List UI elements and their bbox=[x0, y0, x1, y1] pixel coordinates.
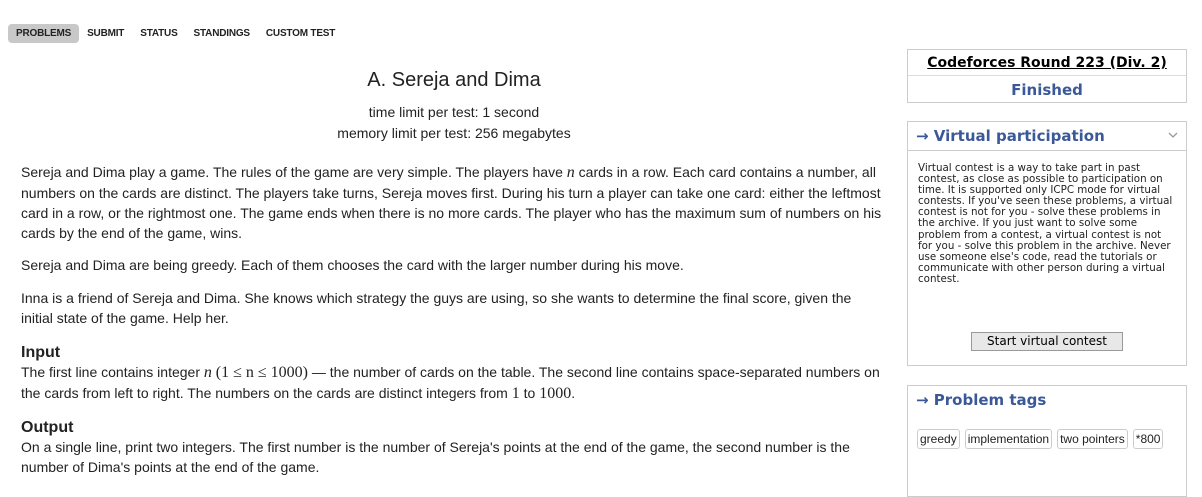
nav-submit[interactable]: SUBMIT bbox=[79, 24, 132, 43]
nav-status[interactable]: STATUS bbox=[132, 24, 185, 43]
time-limit: time limit per test: 1 second bbox=[368, 104, 540, 120]
problem-statement: A. Sereja and Dima time limit per test: … bbox=[21, 64, 887, 477]
chevron-down-icon[interactable] bbox=[1168, 130, 1178, 140]
text-span: The first line contains integer bbox=[21, 364, 204, 380]
memory-limit: memory limit per test: 256 megabytes bbox=[337, 125, 571, 141]
top-nav: PROBLEMS SUBMIT STATUS STANDINGS CUSTOM … bbox=[8, 24, 343, 43]
contest-name-link[interactable]: Codeforces Round 223 (Div. 2) bbox=[908, 50, 1186, 76]
virtual-participation-text: Virtual contest is a way to take part in… bbox=[918, 162, 1173, 285]
output-spec: On a single line, print two integers. Th… bbox=[21, 439, 850, 475]
math-num: 1000 bbox=[539, 385, 572, 402]
tag-implementation[interactable]: implementation bbox=[964, 429, 1053, 449]
legend-paragraph-3: Inna is a friend of Sereja and Dima. She… bbox=[21, 290, 852, 326]
tag-list: greedy implementation two pointers *800 bbox=[908, 414, 1186, 453]
math-var: n bbox=[203, 364, 212, 381]
text-span: Sereja and Dima play a game. The rules o… bbox=[21, 164, 567, 180]
virtual-participation-header[interactable]: → Virtual participation bbox=[908, 122, 1186, 151]
legend-paragraph-2: Sereja and Dima are being greedy. Each o… bbox=[21, 257, 684, 273]
problem-tags-title: → Problem tags bbox=[916, 391, 1047, 409]
input-section-title: Input bbox=[21, 344, 61, 361]
contest-box: Codeforces Round 223 (Div. 2) Finished bbox=[907, 49, 1187, 103]
virtual-participation-box: → Virtual participation Virtual contest … bbox=[907, 121, 1187, 366]
tag-two-pointers[interactable]: two pointers bbox=[1057, 429, 1128, 449]
problem-title: A. Sereja and Dima bbox=[367, 69, 541, 91]
text-span: to bbox=[519, 385, 540, 401]
problem-tags-header: → Problem tags bbox=[908, 386, 1186, 414]
math-constraint: (1 ≤ n ≤ 1000) bbox=[215, 364, 308, 381]
virtual-participation-title: → Virtual participation bbox=[916, 127, 1105, 145]
tag-greedy[interactable]: greedy bbox=[917, 429, 960, 449]
problem-tags-box: → Problem tags greedy implementation two… bbox=[907, 385, 1187, 497]
nav-custom-test[interactable]: CUSTOM TEST bbox=[258, 24, 343, 43]
nav-standings[interactable]: STANDINGS bbox=[186, 24, 258, 43]
math-num: 1 bbox=[511, 385, 520, 402]
tag-difficulty[interactable]: *800 bbox=[1132, 429, 1164, 449]
math-var: n bbox=[566, 164, 575, 181]
nav-problems[interactable]: PROBLEMS bbox=[8, 24, 80, 43]
legend-paragraph-1: Sereja and Dima play a game. The rules o… bbox=[21, 162, 887, 243]
output-section-title: Output bbox=[21, 419, 74, 436]
start-virtual-contest-button[interactable]: Start virtual contest bbox=[971, 332, 1123, 351]
input-spec: The first line contains integer n (1 ≤ n… bbox=[21, 362, 887, 404]
text-span: . bbox=[571, 385, 576, 401]
contest-status: Finished bbox=[1011, 81, 1083, 99]
